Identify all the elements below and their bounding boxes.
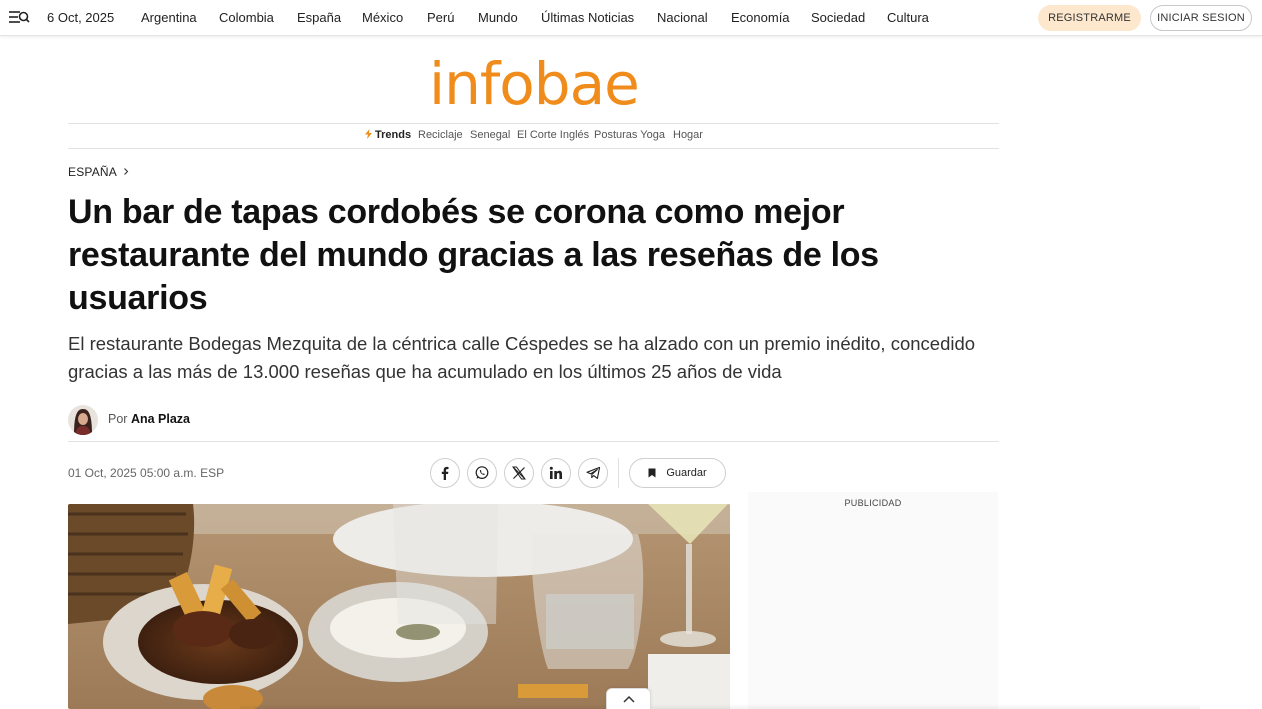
- ad-label: PUBLICIDAD: [844, 498, 902, 508]
- current-date: 6 Oct, 2025: [47, 10, 115, 25]
- section-label: ESPAÑA: [68, 165, 117, 179]
- telegram-icon[interactable]: [578, 458, 608, 488]
- register-button[interactable]: REGISTRARME: [1038, 5, 1141, 31]
- nav-item-ultimas-noticias[interactable]: Últimas Noticias: [541, 10, 634, 25]
- whatsapp-icon[interactable]: [467, 458, 497, 488]
- trend-item[interactable]: Senegal: [470, 129, 510, 141]
- nav-item-colombia[interactable]: Colombia: [219, 10, 274, 25]
- top-navigation-bar: 6 Oct, 2025 Argentina Colombia España Mé…: [0, 0, 1262, 36]
- nav-item-nacional[interactable]: Nacional: [657, 10, 708, 25]
- author-avatar[interactable]: [68, 405, 98, 435]
- nav-item-peru[interactable]: Perú: [427, 10, 454, 25]
- nav-item-sociedad[interactable]: Sociedad: [811, 10, 865, 25]
- article-headline: Un bar de tapas cordobés se corona como …: [68, 193, 879, 317]
- bottom-bar-shadow: [240, 704, 1200, 709]
- trend-item[interactable]: Reciclaje: [418, 129, 463, 141]
- bolt-icon: [365, 129, 372, 139]
- login-button[interactable]: INICIAR SESION: [1150, 5, 1252, 31]
- article-hero-image[interactable]: [68, 504, 730, 709]
- site-logo[interactable]: infobae: [429, 52, 640, 116]
- nav-item-mundo[interactable]: Mundo: [478, 10, 518, 25]
- menu-icon[interactable]: [8, 8, 30, 28]
- trends-label: Trends: [365, 129, 411, 141]
- x-icon[interactable]: [504, 458, 534, 488]
- advertisement-slot[interactable]: PUBLICIDAD: [748, 492, 998, 709]
- save-button[interactable]: Guardar: [629, 458, 726, 488]
- nav-item-cultura[interactable]: Cultura: [887, 10, 929, 25]
- trend-item[interactable]: Posturas Yoga: [594, 129, 665, 141]
- divider: [68, 441, 999, 442]
- divider: [68, 123, 999, 124]
- trend-item[interactable]: Hogar: [673, 129, 703, 141]
- linkedin-icon[interactable]: [541, 458, 571, 488]
- save-button-label: Guardar: [666, 467, 707, 479]
- byline: Por Ana Plaza: [108, 412, 190, 426]
- author-name[interactable]: Ana Plaza: [131, 412, 190, 426]
- section-breadcrumb[interactable]: ESPAÑA: [68, 165, 130, 179]
- scroll-up-button[interactable]: [606, 688, 651, 709]
- facebook-icon[interactable]: [430, 458, 460, 488]
- trends-label-text: Trends: [375, 129, 412, 141]
- nav-item-espana[interactable]: España: [297, 10, 341, 25]
- publish-date: 01 Oct, 2025 05:00 a.m. ESP: [68, 466, 225, 480]
- byline-prefix: Por: [108, 412, 128, 426]
- trend-item[interactable]: El Corte Inglés: [517, 129, 589, 141]
- chevron-up-icon: [622, 695, 635, 703]
- divider: [68, 148, 999, 149]
- divider: [618, 458, 619, 488]
- nav-item-economia[interactable]: Economía: [731, 10, 790, 25]
- article-subheadline: El restaurante Bodegas Mezquita de la cé…: [68, 333, 976, 382]
- bookmark-icon: [648, 468, 656, 478]
- nav-item-argentina[interactable]: Argentina: [141, 10, 197, 25]
- chevron-right-icon: [124, 168, 129, 175]
- nav-item-mexico[interactable]: México: [362, 10, 403, 25]
